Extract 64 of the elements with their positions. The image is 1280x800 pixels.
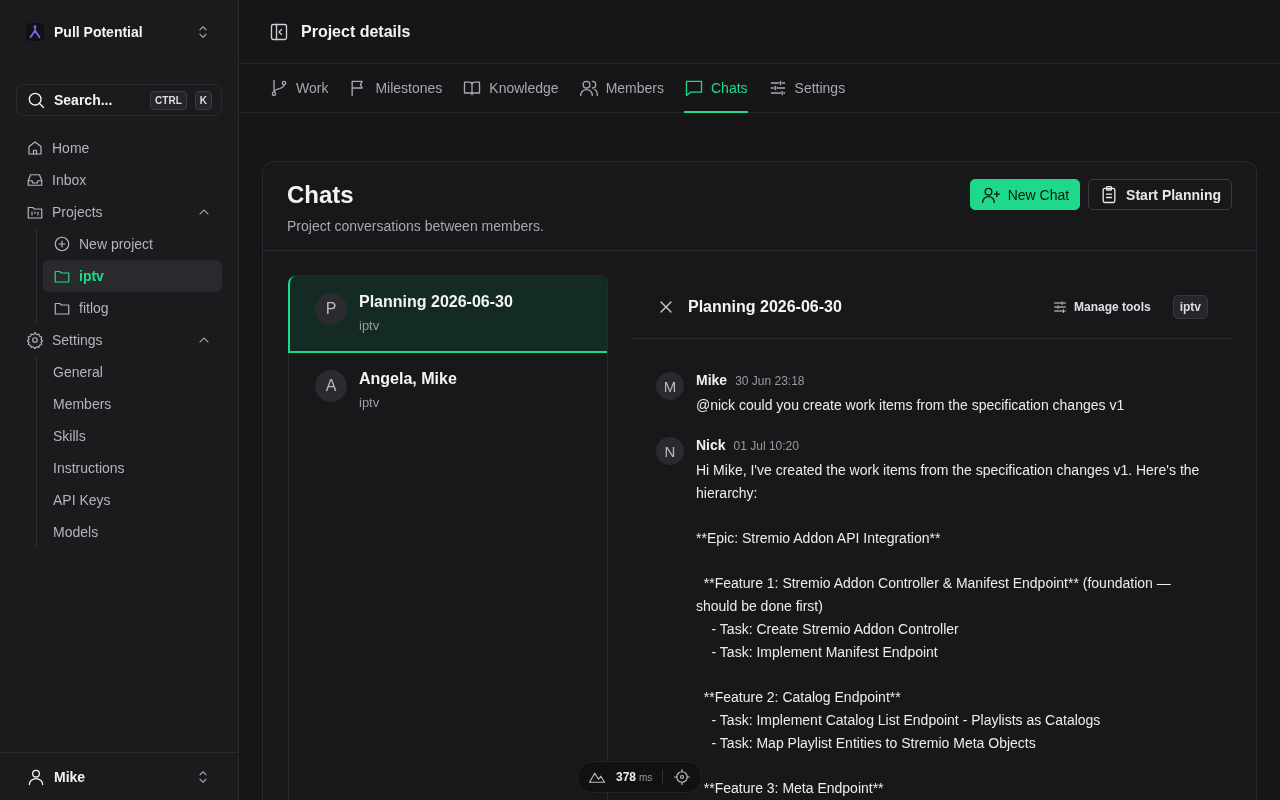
message-text: - Task: Create Stremio Addon Controller [710, 620, 960, 639]
nav-item[interactable]: API Keys [43, 484, 222, 516]
new-chat-button[interactable]: New Chat [969, 179, 1081, 210]
tab[interactable]: Milestones [348, 64, 443, 113]
nav-item[interactable]: Settings [16, 324, 222, 356]
message-author: Mike [696, 372, 728, 388]
user-menu[interactable]: Mike [0, 752, 238, 800]
shortcut-key: K [194, 90, 212, 110]
message-time: 30 Jun 23:18 [735, 374, 805, 388]
nav-item[interactable]: Skills [43, 420, 222, 452]
search-icon [26, 90, 46, 110]
message-text: - Task: Implement Manifest Endpoint [710, 643, 939, 662]
avatar: A [315, 370, 347, 402]
message-author: Nick [696, 437, 726, 453]
inspect-button[interactable] [673, 768, 692, 786]
sidebar-toggle-icon [269, 21, 289, 42]
message-text: - Task: Implement Catalog List Endpoint - Playlists as Catalogs [710, 711, 1102, 730]
message-text: **Feature 1: Stremio Addon Controller & Manifest Endpoint** (foundation — should be done first) [696, 574, 1172, 616]
manage-tools-button[interactable]: Manage tools [1051, 298, 1151, 315]
tab[interactable]: Knowledge [462, 64, 559, 113]
home-icon [26, 139, 44, 157]
page-title: Project details [301, 22, 411, 41]
inbox-icon [26, 171, 44, 189]
crosshair-icon [673, 768, 692, 786]
nav-item[interactable]: iptv [43, 260, 222, 292]
gear-icon [26, 331, 44, 349]
message-text: **Epic: Stremio Addon API Integration** [696, 529, 942, 548]
search-button[interactable]: Search... CTRL K [16, 84, 222, 116]
card-title: Chats [287, 181, 355, 209]
nav-item[interactable]: Home [16, 132, 222, 164]
nav-item[interactable]: New project [43, 228, 222, 260]
message-text: **Feature 3: Meta Endpoint** [702, 779, 885, 798]
message-text: **Feature 2: Catalog Endpoint** [702, 688, 902, 707]
nav-item[interactable]: General [43, 356, 222, 388]
avatar: M [656, 372, 684, 400]
tab[interactable]: Chats [684, 64, 748, 113]
project-tag: iptv [1172, 294, 1208, 319]
workspace-name: Pull Potential [54, 24, 144, 40]
render-time: 378 ms [616, 770, 653, 784]
nav-item[interactable]: Models [43, 516, 222, 548]
card-subtitle: Project conversations between members. [287, 218, 545, 234]
nav-item[interactable]: Members [43, 388, 222, 420]
chat-list-item[interactable]: A Angela, Mike iptv [288, 353, 607, 413]
nav-item[interactable]: fitlog [43, 292, 222, 324]
start-planning-button[interactable]: Start Planning [1088, 179, 1232, 210]
message-time: 01 Jul 10:20 [733, 439, 799, 453]
nav-item[interactable]: Inbox [16, 164, 222, 196]
sidebar-toggle-button[interactable] [269, 21, 289, 42]
chat-list-item[interactable]: P Planning 2026-06-30 iptv [288, 276, 607, 353]
tab[interactable]: Members [578, 64, 664, 113]
tab[interactable]: Settings [767, 64, 846, 113]
nav-item[interactable]: Instructions [43, 452, 222, 484]
message-text: - Task: Map Playlist Entities to Stremio Meta Objects [710, 734, 1037, 753]
shortcut-key: CTRL [150, 90, 187, 110]
chat-title: Planning 2026-06-30 [688, 297, 843, 316]
nav-item[interactable]: Projects [16, 196, 222, 228]
message-text: @nick could you create work items from the specification changes v1 [696, 396, 1126, 415]
avatar: N [656, 437, 684, 465]
sliders-icon [1051, 298, 1068, 315]
plus-circle-icon [53, 235, 71, 253]
branch-icon [269, 77, 289, 98]
message-text: Hi Mike, I've created the work items from the specification changes v1. Here's the hierarchy: [696, 461, 1201, 503]
avatar: P [315, 293, 347, 325]
tab[interactable]: Work [269, 64, 329, 113]
